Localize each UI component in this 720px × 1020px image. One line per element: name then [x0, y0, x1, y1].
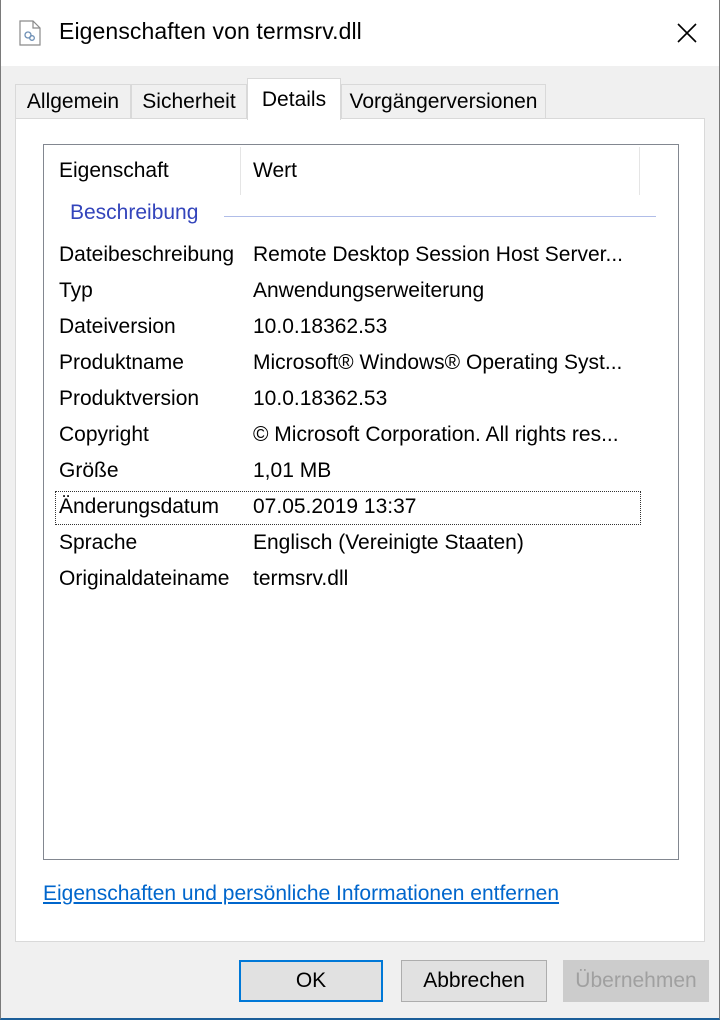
close-button[interactable] [655, 0, 719, 66]
tab-label: Sicherheit [142, 89, 236, 113]
property-name: Originaldateiname [59, 567, 230, 590]
column-separator[interactable] [639, 147, 640, 195]
cancel-button[interactable]: Abbrechen [401, 960, 547, 1002]
property-value: Englisch (Vereinigte Staaten) [253, 531, 524, 554]
list-item[interactable]: Originaldateiname termsrv.dll [44, 563, 678, 597]
tab-label: Allgemein [26, 89, 120, 113]
list-item[interactable]: Größe 1,01 MB [44, 455, 678, 489]
tab-allgemein[interactable]: Allgemein [15, 84, 131, 118]
tab-label: Details [261, 87, 327, 111]
list-item[interactable]: Copyright © Microsoft Corporation. All r… [44, 419, 678, 453]
tab-details[interactable]: Details [247, 78, 341, 120]
cancel-button-label: Abbrechen [423, 969, 525, 992]
list-item[interactable]: Produktname Microsoft® Windows® Operatin… [44, 347, 678, 381]
apply-button-label: Übernehmen [575, 969, 697, 992]
apply-button[interactable]: Übernehmen [563, 960, 709, 1002]
list-item[interactable]: Typ Anwendungserweiterung [44, 275, 678, 309]
list-item-focused[interactable]: Änderungsdatum 07.05.2019 13:37 [55, 491, 641, 525]
property-name: Typ [59, 279, 93, 302]
property-value: Anwendungserweiterung [253, 279, 485, 302]
property-value: Microsoft® Windows® Operating Syst... [253, 351, 623, 374]
column-header-label: Wert [253, 159, 297, 182]
remove-properties-link[interactable]: Eigenschaften und persönliche Informatio… [43, 882, 559, 906]
column-header-eigenschaft[interactable]: Eigenschaft [44, 145, 240, 197]
details-list[interactable]: Eigenschaft Wert Beschreibung Dateibesch… [43, 144, 679, 860]
property-name: Dateibeschreibung [59, 243, 235, 266]
property-name: Copyright [59, 423, 149, 446]
property-name: Sprache [59, 531, 138, 554]
tab-sicherheit[interactable]: Sicherheit [131, 84, 247, 118]
property-name: Änderungsdatum [59, 495, 219, 518]
tab-strip: Allgemein Sicherheit Details Vorgängerve… [15, 78, 705, 120]
ok-button-label: OK [295, 969, 327, 992]
property-value: 10.0.18362.53 [253, 315, 388, 338]
property-name: Größe [59, 459, 119, 482]
property-name: Produktname [59, 351, 184, 374]
tab-label: Vorgängerversionen [349, 89, 538, 113]
list-item[interactable]: Dateiversion 10.0.18362.53 [44, 311, 678, 345]
property-name: Dateiversion [59, 315, 176, 338]
properties-dialog: Eigenschaften von termsrv.dll Allgemein … [0, 0, 720, 1020]
list-item[interactable]: Dateibeschreibung Remote Desktop Session… [44, 239, 678, 273]
property-value: Remote Desktop Session Host Server... [253, 243, 623, 266]
ok-button[interactable]: OK [239, 960, 383, 1002]
property-name: Produktversion [59, 387, 200, 410]
property-value: termsrv.dll [253, 567, 349, 590]
list-item[interactable]: Produktversion 10.0.18362.53 [44, 383, 678, 417]
tab-vorgaengerversionen[interactable]: Vorgängerversionen [341, 84, 546, 118]
column-header-label: Eigenschaft [59, 159, 169, 182]
group-divider [224, 216, 656, 217]
list-item[interactable]: Sprache Englisch (Vereinigte Staaten) [44, 527, 678, 561]
property-value: © Microsoft Corporation. All rights res.… [253, 423, 619, 446]
property-value: 07.05.2019 13:37 [253, 495, 417, 518]
column-header-wert[interactable]: Wert [241, 145, 639, 197]
group-header-beschreibung[interactable]: Beschreibung [70, 201, 198, 225]
property-value: 1,01 MB [253, 459, 332, 482]
property-value: 10.0.18362.53 [253, 387, 388, 410]
close-icon [677, 23, 697, 43]
title-bar: Eigenschaften von termsrv.dll [1, 0, 719, 66]
file-icon [19, 20, 41, 46]
window-title: Eigenschaften von termsrv.dll [59, 18, 362, 44]
